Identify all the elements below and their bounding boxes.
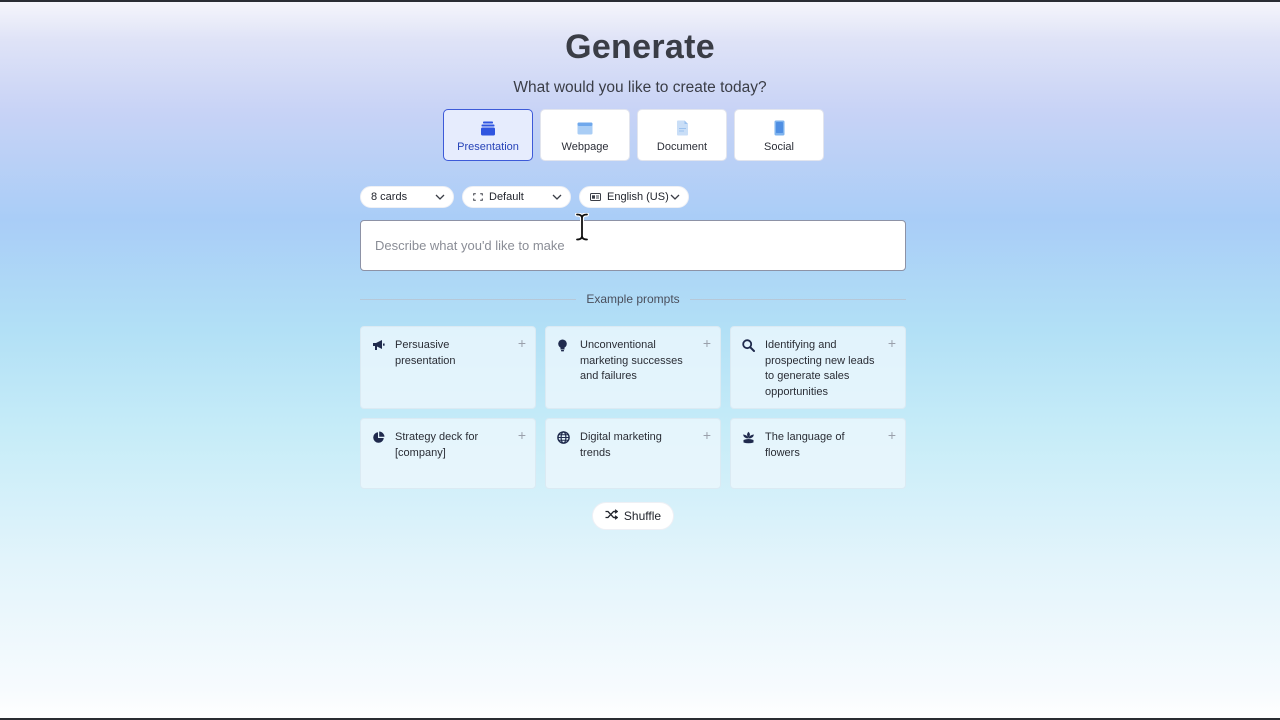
chevron-down-icon bbox=[670, 194, 680, 200]
tab-social-label: Social bbox=[764, 141, 794, 153]
add-prompt-icon[interactable]: + bbox=[518, 428, 526, 442]
tab-webpage-label: Webpage bbox=[561, 141, 609, 153]
divider-line bbox=[689, 298, 906, 300]
pie-chart-icon bbox=[372, 431, 385, 450]
language-icon bbox=[590, 193, 601, 201]
aspect-ratio-icon bbox=[473, 193, 483, 201]
tab-document-label: Document bbox=[656, 141, 708, 153]
shuffle-button[interactable]: Shuffle bbox=[592, 502, 674, 530]
tab-presentation-label: Presentation bbox=[457, 141, 519, 153]
example-prompt-text: Identifying and prospecting new leads to… bbox=[765, 339, 875, 398]
example-prompt-card[interactable]: Digital marketing trends + bbox=[545, 418, 721, 489]
presentation-icon bbox=[480, 120, 496, 136]
add-prompt-icon[interactable]: + bbox=[703, 428, 711, 442]
add-prompt-icon[interactable]: + bbox=[518, 336, 526, 350]
tab-webpage[interactable]: Webpage bbox=[540, 109, 630, 161]
flower-icon bbox=[742, 431, 755, 450]
example-prompt-card[interactable]: The language of flowers + bbox=[730, 418, 906, 489]
chevron-down-icon bbox=[552, 194, 562, 200]
example-prompt-text: Unconventional marketing successes and f… bbox=[580, 339, 683, 382]
prompt-input[interactable] bbox=[375, 238, 891, 253]
example-prompt-card[interactable]: Identifying and prospecting new leads to… bbox=[730, 326, 906, 409]
example-prompt-text: Digital marketing trends bbox=[580, 431, 662, 459]
tab-document[interactable]: Document bbox=[637, 109, 727, 161]
card-count-dropdown[interactable]: 8 cards bbox=[360, 186, 454, 208]
card-count-label: 8 cards bbox=[371, 191, 408, 203]
prompt-input-container bbox=[360, 220, 906, 271]
example-prompt-card[interactable]: Strategy deck for [company] + bbox=[360, 418, 536, 489]
language-dropdown[interactable]: English (US) bbox=[579, 186, 689, 208]
search-icon bbox=[742, 339, 755, 358]
lightbulb-icon bbox=[557, 339, 568, 358]
tab-presentation[interactable]: Presentation bbox=[443, 109, 533, 161]
webpage-icon bbox=[577, 120, 593, 136]
shuffle-label: Shuffle bbox=[623, 509, 662, 523]
tab-social[interactable]: Social bbox=[734, 109, 824, 161]
globe-icon bbox=[557, 431, 570, 450]
chevron-down-icon bbox=[435, 194, 445, 200]
page-subtitle: What would you like to create today? bbox=[513, 79, 767, 96]
example-prompt-card[interactable]: Persuasive presentation + bbox=[360, 326, 536, 409]
example-prompts-divider: Example prompts bbox=[360, 292, 906, 306]
text-cursor-icon bbox=[575, 212, 589, 246]
document-icon bbox=[676, 120, 689, 136]
language-label: English (US) bbox=[607, 191, 669, 203]
window-top-border bbox=[0, 0, 1280, 2]
example-prompt-card[interactable]: Unconventional marketing successes and f… bbox=[545, 326, 721, 409]
example-prompt-text: Persuasive presentation bbox=[395, 339, 456, 367]
social-icon bbox=[774, 120, 785, 136]
generation-options: 8 cards Default English (US) bbox=[360, 186, 689, 208]
example-prompts-heading: Example prompts bbox=[586, 292, 680, 306]
example-prompts-grid: Persuasive presentation + Unconventional… bbox=[360, 326, 906, 489]
page-title: Generate bbox=[565, 28, 715, 66]
content-type-tabs: Presentation Webpage Document Social bbox=[443, 109, 824, 161]
shuffle-icon bbox=[605, 509, 619, 523]
add-prompt-icon[interactable]: + bbox=[888, 428, 896, 442]
divider-line bbox=[360, 298, 577, 300]
example-prompt-text: The language of flowers bbox=[765, 431, 845, 459]
theme-label: Default bbox=[489, 191, 524, 203]
theme-dropdown[interactable]: Default bbox=[462, 186, 571, 208]
add-prompt-icon[interactable]: + bbox=[703, 336, 711, 350]
example-prompt-text: Strategy deck for [company] bbox=[395, 431, 479, 459]
add-prompt-icon[interactable]: + bbox=[888, 336, 896, 350]
megaphone-icon bbox=[372, 339, 385, 357]
